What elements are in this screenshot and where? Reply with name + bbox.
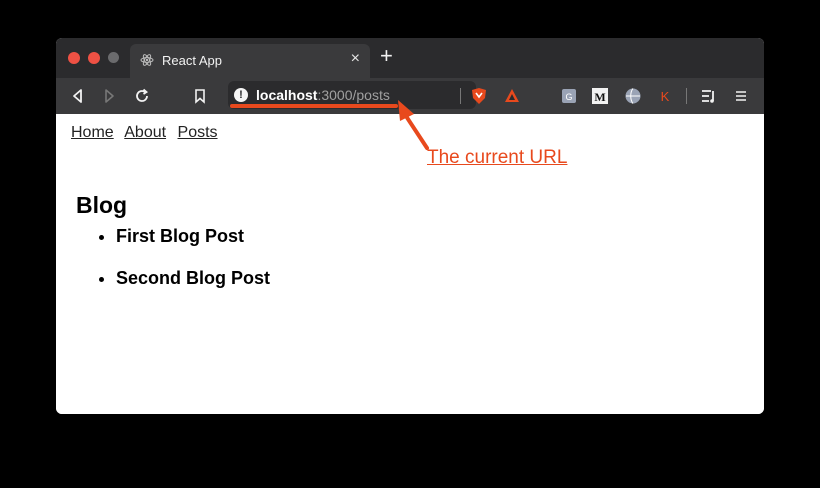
bookmark-icon[interactable] [191,87,209,105]
svg-text:M: M [594,90,605,104]
browser-window: React App × + ! localhost:3000/posts G M… [56,38,764,414]
medium-icon[interactable]: M [591,87,609,105]
brave-shield-icon[interactable] [470,87,488,105]
page-content: Home About Posts Blog First Blog Post Se… [56,114,764,414]
svg-text:G: G [565,92,572,102]
tab-strip: React App × + [56,38,764,78]
close-window-button[interactable] [68,52,80,64]
url-host: localhost [256,87,318,103]
browser-toolbar: ! localhost:3000/posts G M K [56,78,764,114]
url-path: :3000/posts [317,87,390,103]
tab-react-app[interactable]: React App × [130,44,370,78]
reading-list-icon[interactable] [700,87,718,105]
tab-title: React App [162,53,222,68]
annotation-label: The current URL [427,147,568,168]
k-extension-icon[interactable]: K [656,87,674,105]
menu-icon[interactable] [732,87,750,105]
toolbar-separator [460,88,461,104]
nav-link-about[interactable]: About [124,124,166,141]
brave-rewards-icon[interactable] [503,87,521,105]
nav-link-home[interactable]: Home [71,124,114,141]
url-text: localhost:3000/posts [256,87,390,103]
reload-icon[interactable] [133,87,151,105]
site-info-icon[interactable]: ! [234,88,248,102]
minimize-window-button[interactable] [88,52,100,64]
list-item[interactable]: First Blog Post [116,226,270,247]
toolbar-separator [686,88,687,104]
tab-close-icon[interactable]: × [351,50,360,68]
url-highlight-underline [230,104,398,108]
address-bar[interactable]: ! localhost:3000/posts [228,81,476,109]
new-tab-button[interactable]: + [380,45,393,67]
globe-icon[interactable] [624,87,642,105]
nav-link-posts[interactable]: Posts [178,124,218,141]
page-nav: Home About Posts [71,124,225,142]
post-list: First Blog Post Second Blog Post [96,226,270,310]
forward-icon[interactable] [100,87,118,105]
page-title: Blog [76,192,128,218]
list-item[interactable]: Second Blog Post [116,268,270,289]
translate-icon[interactable]: G [560,87,578,105]
back-icon[interactable] [69,87,87,105]
svg-text:K: K [661,89,670,104]
maximize-window-button[interactable] [108,52,119,63]
react-logo-icon [140,54,154,66]
